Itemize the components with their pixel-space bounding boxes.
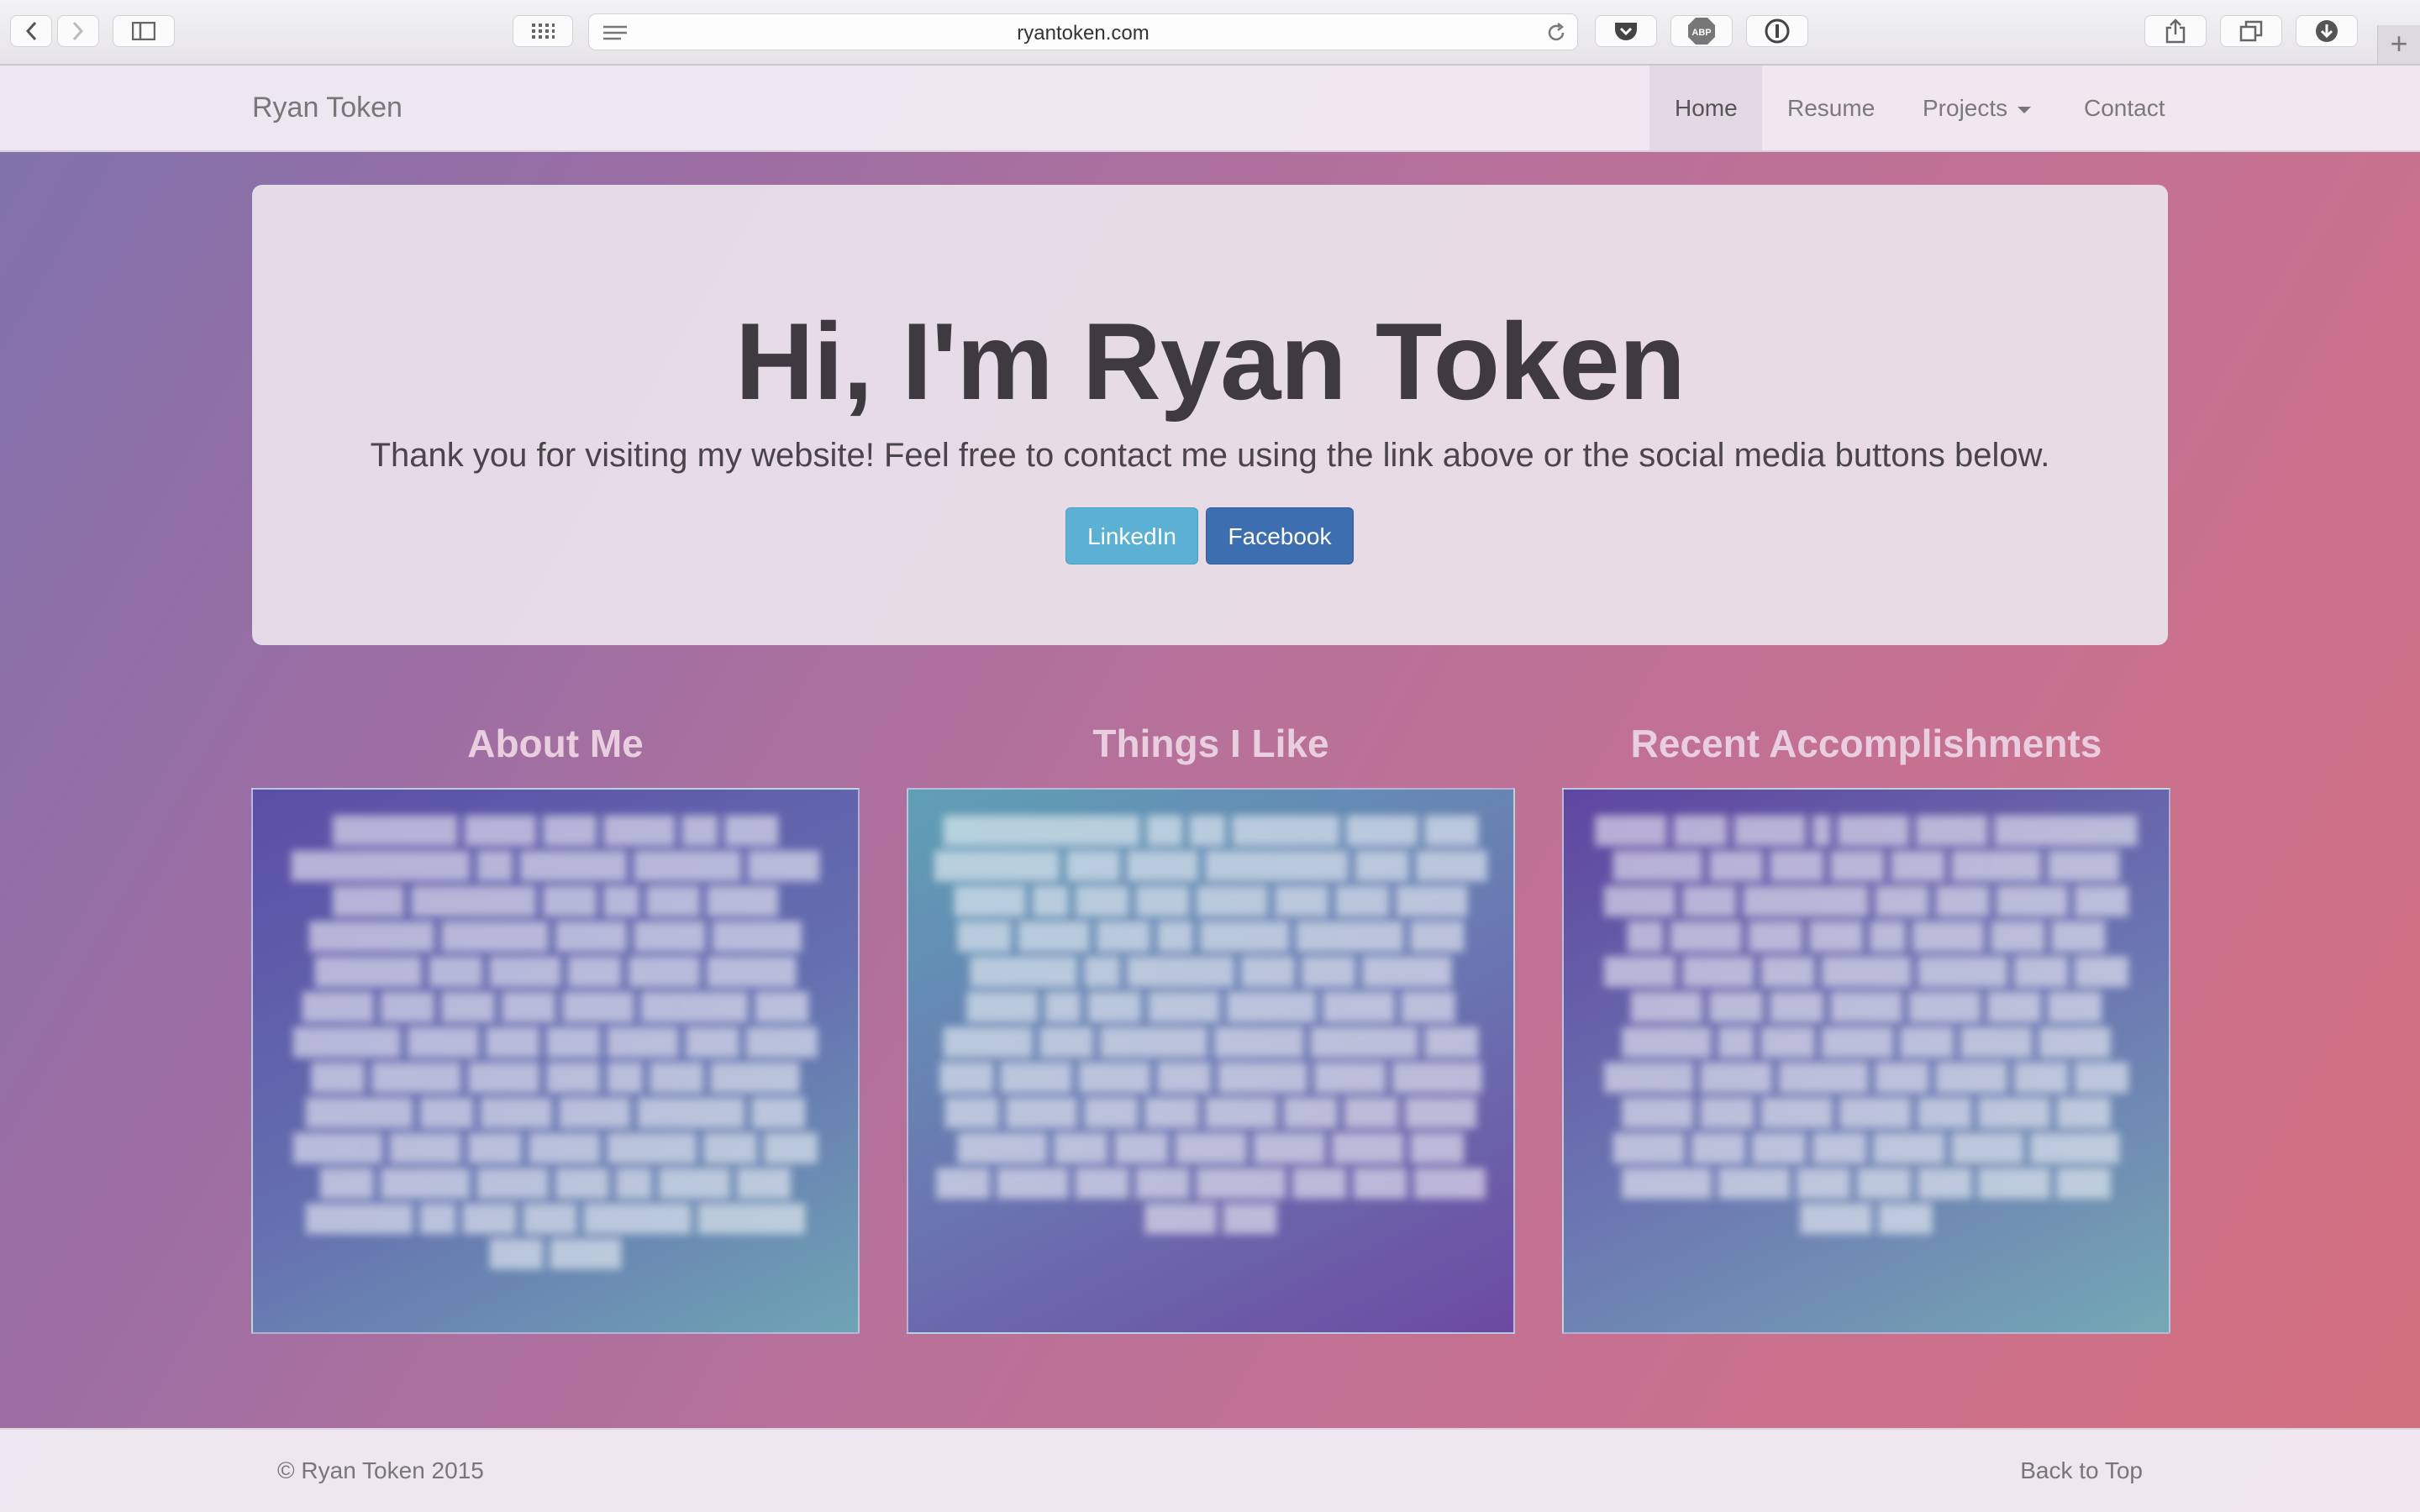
browser-toolbar: ryantoken.com ABP + <box>0 0 2420 66</box>
nav-item-label: Contact <box>2084 95 2165 121</box>
page: Ryan Token Home Resume Projects Contact … <box>0 66 2420 1512</box>
section-title-accomplishments: Recent Accomplishments <box>1630 722 2102 765</box>
share-button[interactable] <box>2144 15 2207 47</box>
back-button[interactable] <box>10 15 52 47</box>
footer: © Ryan Token 2015 Back to Top <box>0 1428 2420 1512</box>
adblock-button[interactable]: ABP <box>1670 15 1733 47</box>
nav-item-label: Projects <box>1923 95 2008 121</box>
onepassword-icon <box>1765 18 1790 44</box>
top-sites-button[interactable] <box>513 15 573 47</box>
downloads-icon <box>2316 20 2338 42</box>
back-icon <box>25 21 37 41</box>
back-to-top-link[interactable]: Back to Top <box>2020 1457 2143 1484</box>
nav-item-resume[interactable]: Resume <box>1762 66 1900 150</box>
share-icon <box>2165 18 2186 44</box>
adblock-label: ABP <box>1691 28 1711 38</box>
facebook-button[interactable]: Facebook <box>1206 507 1354 564</box>
blurred-text: ███████ ████ ███ ████ ██ ███ ██████████ … <box>291 816 820 1268</box>
navbar: Ryan Token Home Resume Projects Contact <box>0 66 2420 152</box>
sidebar-button[interactable] <box>113 15 175 47</box>
tabs-icon <box>2239 20 2263 42</box>
hero-jumbotron: Hi, I'm Ryan Token Thank you for visitin… <box>252 185 2168 645</box>
section-title-likes: Things I Like <box>1092 722 1329 765</box>
copyright-text: © Ryan Token 2015 <box>277 1457 484 1483</box>
brand-link[interactable]: Ryan Token <box>252 92 402 124</box>
linkedin-button[interactable]: LinkedIn <box>1065 507 1198 564</box>
blurred-text: ███████████ ██ ██ ██████ ████ ███ ██████… <box>934 816 1488 1232</box>
pocket-icon <box>1615 23 1637 40</box>
hero-subtitle: Thank you for visiting my website! Feel … <box>370 437 2050 474</box>
url-text[interactable]: ryantoken.com <box>589 22 1577 45</box>
section-title-about: About Me <box>467 722 644 765</box>
sidebar-icon <box>132 22 155 40</box>
nav-item-label: Home <box>1675 95 1738 121</box>
forward-icon <box>72 21 84 41</box>
recent-accomplishments-panel: ████ ███ ████ █ ████ ████ ████████ █████… <box>1562 788 2170 1334</box>
tabs-button[interactable] <box>2220 15 2282 47</box>
downloads-button[interactable] <box>2296 15 2358 47</box>
nav-item-contact[interactable]: Contact <box>2059 66 2191 150</box>
top-sites-icon <box>532 24 555 39</box>
caret-down-icon <box>2018 106 2032 113</box>
new-tab-icon[interactable]: + <box>2377 25 2420 64</box>
onepassword-button[interactable] <box>1746 15 1808 47</box>
nav-item-projects[interactable]: Projects <box>1897 66 2056 150</box>
address-bar[interactable]: ryantoken.com <box>588 13 1578 50</box>
hero-title: Hi, I'm Ryan Token <box>734 300 1686 423</box>
pocket-button[interactable] <box>1595 15 1657 47</box>
nav-item-home[interactable]: Home <box>1649 66 1762 150</box>
blurred-text: ████ ███ ████ █ ████ ████ ████████ █████… <box>1595 816 2138 1232</box>
things-i-like-panel: ███████████ ██ ██ ██████ ████ ███ ██████… <box>907 788 1515 1334</box>
about-me-panel: ███████ ████ ███ ████ ██ ███ ██████████ … <box>251 788 860 1334</box>
adblock-icon: ABP <box>1688 18 1715 45</box>
nav-item-label: Resume <box>1787 95 1876 121</box>
reload-icon[interactable] <box>1545 22 1567 44</box>
forward-button[interactable] <box>57 15 99 47</box>
